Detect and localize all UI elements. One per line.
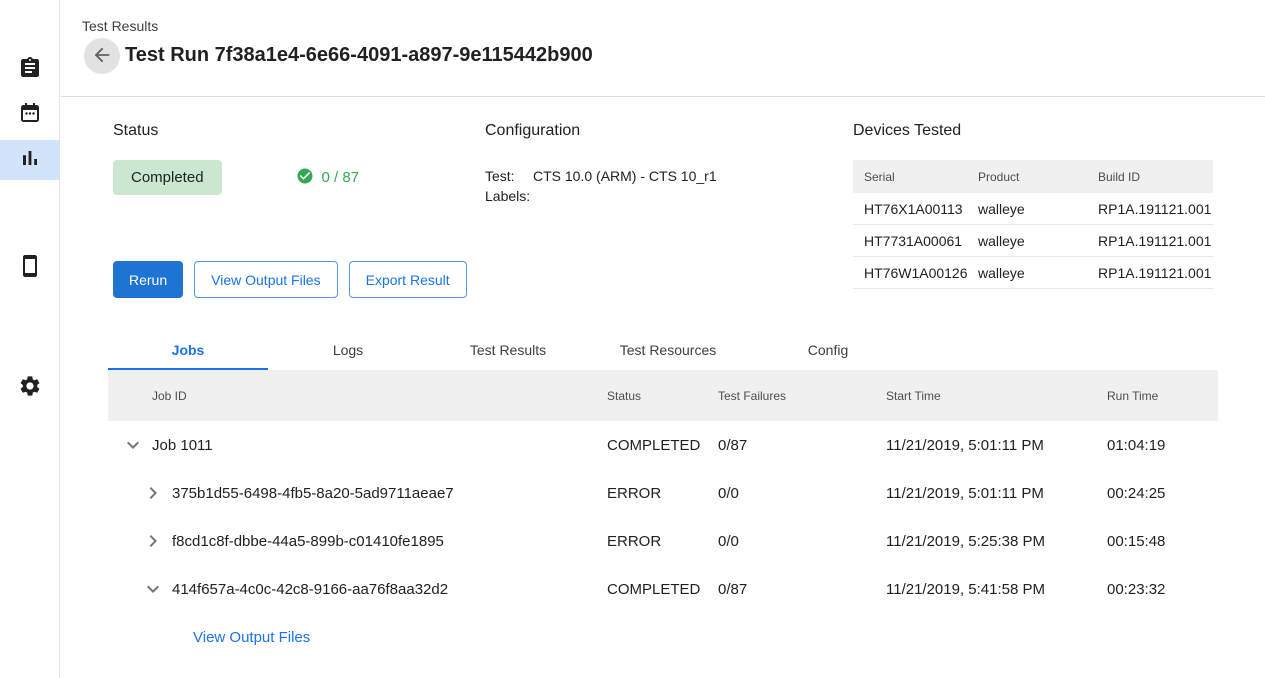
arrow-back-icon xyxy=(91,44,113,69)
sidebar-item-test-results[interactable] xyxy=(0,140,60,180)
breadcrumb: Test Results xyxy=(82,18,158,34)
job-row: f8cd1c8f-dbbe-44a5-899b-c01410fe1895 ERR… xyxy=(108,517,1218,565)
page-header: Test Results Test Run 7f38a1e4-6e66-4091… xyxy=(61,0,1265,97)
job-row: Job 1011 COMPLETED 0/87 11/21/2019, 5:01… xyxy=(108,421,1218,469)
device-row: HT76W1A00126 walleye RP1A.191121.001 xyxy=(853,257,1213,289)
config-test-value: CTS 10.0 (ARM) - CTS 10_r1 xyxy=(533,166,845,186)
action-buttons: Rerun View Output Files Export Result xyxy=(113,261,467,298)
jobs-col-start-time: Start Time xyxy=(886,389,1107,403)
job-test-failures: 0/87 xyxy=(718,581,886,598)
calendar-icon xyxy=(18,101,42,130)
tab-config[interactable]: Config xyxy=(748,330,908,370)
sidebar-item-settings[interactable] xyxy=(0,368,60,408)
jobs-col-job-id: Job ID xyxy=(108,389,607,403)
job-run-time: 00:24:25 xyxy=(1107,485,1218,502)
job-start-time: 11/21/2019, 5:41:58 PM xyxy=(886,581,1107,598)
view-output-files-button[interactable]: View Output Files xyxy=(194,261,337,298)
job-test-failures: 0/87 xyxy=(718,437,886,454)
chevron-right-icon[interactable] xyxy=(141,481,165,505)
test-failure-count: 0 / 87 xyxy=(288,167,360,189)
rerun-button[interactable]: Rerun xyxy=(113,261,183,298)
job-status: ERROR xyxy=(607,485,718,502)
devices-col-buildid: Build ID xyxy=(1087,170,1213,184)
device-build-id: RP1A.191121.001 xyxy=(1087,265,1213,281)
job-detail-row: View Output Files xyxy=(108,613,1218,661)
phone-icon xyxy=(18,254,42,283)
configuration-heading: Configuration xyxy=(485,122,845,140)
devices-table-header: Serial Product Build ID xyxy=(853,160,1213,193)
device-serial: HT76W1A00126 xyxy=(853,265,967,281)
status-heading: Status xyxy=(113,122,483,140)
job-id: Job 1011 xyxy=(152,437,213,454)
job-status: COMPLETED xyxy=(607,437,718,454)
job-run-time: 00:23:32 xyxy=(1107,581,1218,598)
device-serial: HT7731A00061 xyxy=(853,233,967,249)
tab-test-results[interactable]: Test Results xyxy=(428,330,588,370)
job-id: 414f657a-4c0c-42c8-9166-aa76f8aa32d2 xyxy=(172,581,448,598)
devices-section: Devices Tested Serial Product Build ID H… xyxy=(853,122,1213,289)
job-id: f8cd1c8f-dbbe-44a5-899b-c01410fe1895 xyxy=(172,533,444,550)
page-title: Test Run 7f38a1e4-6e66-4091-a897-9e11544… xyxy=(125,44,593,67)
job-start-time: 11/21/2019, 5:01:11 PM xyxy=(886,485,1107,502)
status-section: Status Completed 0 / 87 xyxy=(113,122,483,195)
sidebar xyxy=(0,0,60,678)
sidebar-item-devices[interactable] xyxy=(0,248,60,288)
device-serial: HT76X1A00113 xyxy=(853,201,967,217)
config-labels-value xyxy=(533,186,845,206)
device-product: walleye xyxy=(967,201,1087,217)
content: Status Completed 0 / 87 Configuration Te… xyxy=(61,97,1265,678)
job-test-failures: 0/0 xyxy=(718,485,886,502)
devices-col-serial: Serial xyxy=(853,170,967,184)
device-product: walleye xyxy=(967,265,1087,281)
device-row: HT76X1A00113 walleye RP1A.191121.001 xyxy=(853,193,1213,225)
job-view-output-files-link[interactable]: View Output Files xyxy=(193,629,310,646)
devices-table: Serial Product Build ID HT76X1A00113 wal… xyxy=(853,160,1213,289)
tab-bar: Jobs Logs Test Results Test Resources Co… xyxy=(108,330,908,370)
jobs-table-header: Job ID Status Test Failures Start Time R… xyxy=(108,370,1218,421)
devices-col-product: Product xyxy=(967,170,1087,184)
failure-count-text: 0 / 87 xyxy=(322,169,360,186)
device-row: HT7731A00061 walleye RP1A.191121.001 xyxy=(853,225,1213,257)
job-status: COMPLETED xyxy=(607,581,718,598)
job-start-time: 11/21/2019, 5:25:38 PM xyxy=(886,533,1107,550)
gear-icon xyxy=(18,374,42,403)
clipboard-icon xyxy=(18,56,42,85)
back-button[interactable] xyxy=(84,38,120,74)
jobs-col-run-time: Run Time xyxy=(1107,389,1218,403)
jobs-col-status: Status xyxy=(607,389,718,403)
chevron-right-icon[interactable] xyxy=(141,529,165,553)
test-run-page: Test Results Test Run 7f38a1e4-6e66-4091… xyxy=(0,0,1265,678)
check-circle-icon xyxy=(296,167,314,189)
job-row: 414f657a-4c0c-42c8-9166-aa76f8aa32d2 COM… xyxy=(108,565,1218,613)
chevron-down-icon[interactable] xyxy=(141,577,165,601)
device-product: walleye xyxy=(967,233,1087,249)
devices-heading: Devices Tested xyxy=(853,122,1213,140)
config-labels-label: Labels: xyxy=(485,186,533,206)
config-test-label: Test: xyxy=(485,166,533,186)
job-status: ERROR xyxy=(607,533,718,550)
jobs-table: Job ID Status Test Failures Start Time R… xyxy=(108,370,1218,661)
job-run-time: 01:04:19 xyxy=(1107,437,1218,454)
tab-logs[interactable]: Logs xyxy=(268,330,428,370)
job-run-time: 00:15:48 xyxy=(1107,533,1218,550)
jobs-col-test-failures: Test Failures xyxy=(718,389,886,403)
tab-test-resources[interactable]: Test Resources xyxy=(588,330,748,370)
job-id: 375b1d55-6498-4fb5-8a20-5ad9711aeae7 xyxy=(172,485,454,502)
configuration-section: Configuration Test: CTS 10.0 (ARM) - CTS… xyxy=(485,122,845,206)
export-result-button[interactable]: Export Result xyxy=(349,261,467,298)
chevron-down-icon[interactable] xyxy=(121,433,145,457)
job-start-time: 11/21/2019, 5:01:11 PM xyxy=(886,437,1107,454)
device-build-id: RP1A.191121.001 xyxy=(1087,201,1213,217)
device-build-id: RP1A.191121.001 xyxy=(1087,233,1213,249)
job-test-failures: 0/0 xyxy=(718,533,886,550)
status-badge: Completed xyxy=(113,160,222,195)
bar-chart-icon xyxy=(18,146,42,175)
tab-jobs[interactable]: Jobs xyxy=(108,330,268,370)
sidebar-item-test-plans[interactable] xyxy=(0,95,60,135)
job-row: 375b1d55-6498-4fb5-8a20-5ad9711aeae7 ERR… xyxy=(108,469,1218,517)
sidebar-item-test-suites[interactable] xyxy=(0,50,60,90)
